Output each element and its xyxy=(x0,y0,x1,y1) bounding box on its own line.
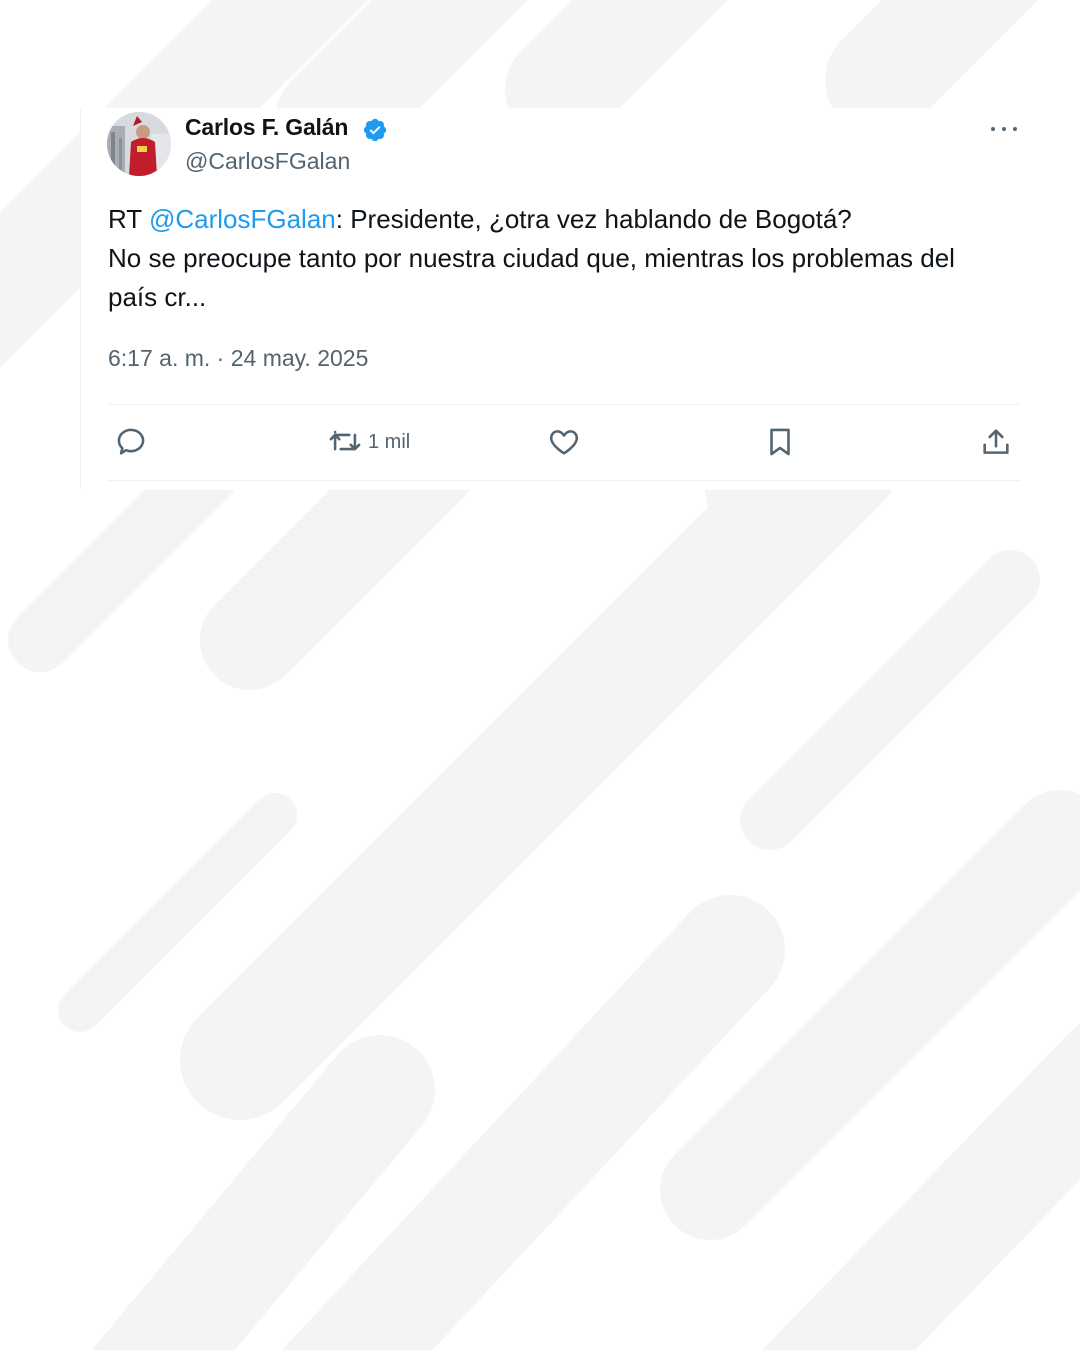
more-dot-icon xyxy=(1002,127,1006,131)
text-rest: : Presidente, ¿otra vez hablando de Bogo… xyxy=(335,204,852,234)
share-icon xyxy=(983,429,1009,454)
divider-bottom xyxy=(108,480,1020,481)
share-button[interactable] xyxy=(979,420,1013,464)
tweet-text-line-2: No se preocupe tanto por nuestra ciudad … xyxy=(108,243,955,312)
text-prefix: RT xyxy=(108,204,149,234)
like-button[interactable] xyxy=(547,420,581,464)
more-dot-icon xyxy=(1013,127,1017,131)
retweet-button[interactable]: 1 mil xyxy=(328,420,410,464)
divider-top xyxy=(108,404,1020,405)
bookmark-button[interactable] xyxy=(763,420,797,464)
tweet-card[interactable]: Carlos F. Galán @CarlosFGalan RT @Carlos… xyxy=(80,108,1041,490)
heart-icon xyxy=(549,430,579,455)
tweet-text-line-1: RT @CarlosFGalan: Presidente, ¿otra vez … xyxy=(108,200,1008,239)
mention-link[interactable]: @CarlosFGalan xyxy=(149,204,336,234)
reply-button[interactable] xyxy=(114,420,148,464)
retweet-icon xyxy=(329,430,361,451)
avatar[interactable] xyxy=(107,112,171,176)
reply-icon xyxy=(117,428,145,455)
action-bar: 1 mil xyxy=(108,420,1020,464)
author-name[interactable]: Carlos F. Galán xyxy=(185,114,348,141)
retweet-count: 1 mil xyxy=(368,430,411,453)
author-handle[interactable]: @CarlosFGalan xyxy=(185,148,350,175)
tweet-timestamp[interactable]: 6:17 a. m. · 24 may. 2025 xyxy=(108,345,368,372)
bookmark-icon xyxy=(770,428,790,456)
verified-badge-icon xyxy=(363,118,387,142)
avatar-photo xyxy=(107,112,171,176)
tweet-text: RT @CarlosFGalan: Presidente, ¿otra vez … xyxy=(108,200,1008,317)
more-dot-icon xyxy=(991,127,995,131)
more-options-button[interactable] xyxy=(989,118,1019,140)
